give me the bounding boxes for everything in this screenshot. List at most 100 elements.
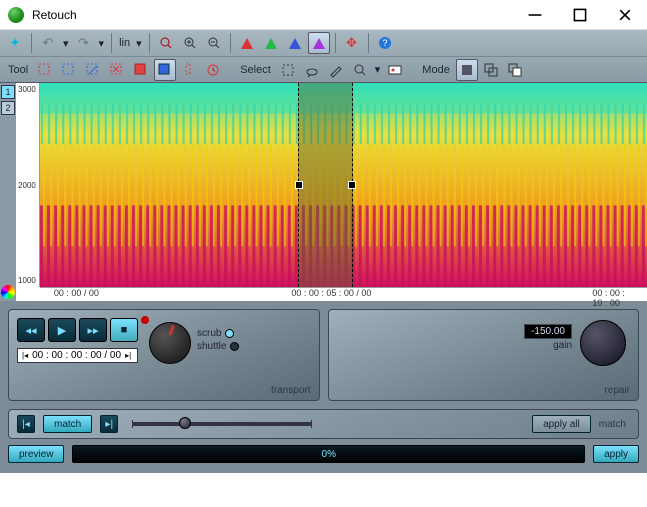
play-button[interactable]: ▶	[48, 318, 76, 342]
rewind-button[interactable]: ◂◂	[17, 318, 45, 342]
x-tick: 00 : 00 : 10 : 00	[592, 288, 628, 308]
redo-dropdown-icon[interactable]: ▾	[97, 37, 107, 50]
match-title: match	[599, 419, 626, 430]
layer-4-button[interactable]	[308, 32, 330, 54]
transport-panel: ◂◂ ▶ ▸▸ ■ |◂ 00 : 00 : 00 : 00 / 00 ▸| s…	[8, 309, 320, 401]
grab-icon[interactable]: ✦	[4, 32, 26, 54]
help-icon[interactable]: ?	[374, 32, 396, 54]
window-controls	[512, 0, 647, 29]
jog-wheel[interactable]	[149, 322, 191, 364]
select-dropdown-icon[interactable]: ▾	[373, 63, 383, 76]
layer-3-button[interactable]	[284, 32, 306, 54]
minimize-button[interactable]	[512, 0, 557, 29]
colormap-icon[interactable]	[1, 285, 15, 299]
match-slider-thumb[interactable]	[179, 417, 191, 429]
repair-title: repair	[604, 385, 630, 396]
select-rect-icon[interactable]	[277, 59, 299, 81]
select-group-label: Select	[236, 64, 275, 76]
svg-text:?: ?	[382, 38, 387, 48]
freq-axis: 3000 2000 1000	[16, 83, 40, 287]
tool-marquee-add-icon[interactable]	[34, 59, 56, 81]
record-indicator-icon	[141, 316, 149, 324]
match-slider[interactable]	[132, 422, 312, 426]
bottom-bar: preview 0% apply	[8, 445, 639, 463]
time-axis: 00 : 00 / 00 00 : 00 : 05 : 00 / 00 00 :…	[40, 287, 647, 301]
scale-dropdown-icon[interactable]: ▾	[134, 37, 144, 50]
time-selection[interactable]	[298, 83, 353, 287]
transport-title: transport	[271, 385, 310, 396]
timecode-field[interactable]: |◂ 00 : 00 : 00 : 00 / 00 ▸|	[17, 348, 138, 363]
tool-clock-icon[interactable]	[202, 59, 224, 81]
layer-1-button[interactable]	[236, 32, 258, 54]
x-tick: 00 : 00 : 05 : 00 / 00	[291, 288, 371, 298]
tool-marquee-sub-icon[interactable]	[58, 59, 80, 81]
match-next-button[interactable]: ▸|	[100, 415, 118, 433]
stop-button[interactable]: ■	[110, 318, 138, 342]
tool-region-icon[interactable]	[154, 59, 176, 81]
gain-label: gain	[553, 340, 572, 351]
preview-button[interactable]: preview	[8, 445, 64, 463]
mode-subtract-icon[interactable]	[504, 59, 526, 81]
match-prev-button[interactable]: |◂	[17, 415, 35, 433]
close-button[interactable]	[602, 0, 647, 29]
undo-button[interactable]: ↶	[37, 32, 59, 54]
apply-all-button[interactable]: apply all	[532, 415, 591, 433]
panel-row: ◂◂ ▶ ▸▸ ■ |◂ 00 : 00 : 00 : 00 / 00 ▸| s…	[0, 301, 647, 409]
y-tick: 3000	[18, 85, 41, 94]
mode-group-label: Mode	[418, 64, 454, 76]
tool-lasso-add-icon[interactable]	[82, 59, 104, 81]
tool-group-label: Tool	[4, 64, 32, 76]
undo-dropdown-icon[interactable]: ▾	[61, 37, 71, 50]
select-brush-icon[interactable]	[325, 59, 347, 81]
spectrogram-viewport[interactable]: 3000 2000 1000	[16, 83, 647, 301]
match-button[interactable]: match	[43, 415, 92, 433]
tool-delete-icon[interactable]	[106, 59, 128, 81]
progress-bar: 0%	[72, 445, 585, 463]
y-tick: 1000	[18, 276, 41, 285]
mode-replace-icon[interactable]	[456, 59, 478, 81]
toolbar-row-2: Tool Select ▾ Mode	[0, 56, 647, 82]
scrub-radio[interactable]	[225, 329, 234, 338]
match-panel: |◂ match ▸| apply all match	[8, 409, 639, 439]
shuttle-label: shuttle	[197, 341, 226, 352]
toolbar-area: ✦ ↶ ▾ ↷ ▾ lin ▾ ✥ ? Tool Select	[0, 30, 647, 83]
channel-tab-1[interactable]: 1	[1, 85, 15, 99]
shuttle-radio[interactable]	[230, 342, 239, 351]
select-wand-icon[interactable]	[349, 59, 371, 81]
toolbar-row-1: ✦ ↶ ▾ ↷ ▾ lin ▾ ✥ ?	[0, 30, 647, 56]
select-lasso-icon[interactable]	[301, 59, 323, 81]
jog-mode-group: scrub shuttle	[197, 328, 239, 354]
spectrogram-canvas-wrap[interactable]	[40, 83, 647, 287]
timecode-value: 00 : 00 : 00 : 00 / 00	[32, 350, 121, 361]
gain-knob[interactable]	[580, 320, 626, 366]
move-icon[interactable]: ✥	[341, 32, 363, 54]
window-title: Retouch	[32, 8, 512, 22]
channel-tabs: 1 2	[0, 83, 16, 301]
x-tick: 00 : 00 / 00	[54, 288, 99, 298]
repair-panel: -150.00 gain repair	[328, 309, 640, 401]
tc-end-icon[interactable]: ▸|	[125, 351, 131, 360]
mode-add-icon[interactable]	[480, 59, 502, 81]
zoom-out-icon[interactable]	[203, 32, 225, 54]
zoom-sel-icon[interactable]	[155, 32, 177, 54]
titlebar: Retouch	[0, 0, 647, 30]
channel-tab-2[interactable]: 2	[1, 101, 15, 115]
tc-start-icon[interactable]: |◂	[22, 351, 28, 360]
tool-fill-icon[interactable]	[130, 59, 152, 81]
transport-buttons: ◂◂ ▶ ▸▸ ■	[17, 318, 138, 342]
maximize-button[interactable]	[557, 0, 602, 29]
progress-text: 0%	[322, 449, 336, 460]
scale-mode-label[interactable]: lin	[117, 37, 132, 49]
redo-button[interactable]: ↷	[73, 32, 95, 54]
app-icon	[8, 7, 24, 23]
y-tick: 2000	[18, 181, 41, 190]
spectrogram-area: 1 2 3000 2000 1000	[0, 83, 647, 301]
gain-readout[interactable]: -150.00	[524, 324, 572, 339]
layer-2-button[interactable]	[260, 32, 282, 54]
forward-button[interactable]: ▸▸	[79, 318, 107, 342]
select-color-icon[interactable]	[384, 59, 406, 81]
scrub-label: scrub	[197, 328, 221, 339]
apply-button[interactable]: apply	[593, 445, 639, 463]
tool-time-sel-icon[interactable]	[178, 59, 200, 81]
zoom-in-icon[interactable]	[179, 32, 201, 54]
